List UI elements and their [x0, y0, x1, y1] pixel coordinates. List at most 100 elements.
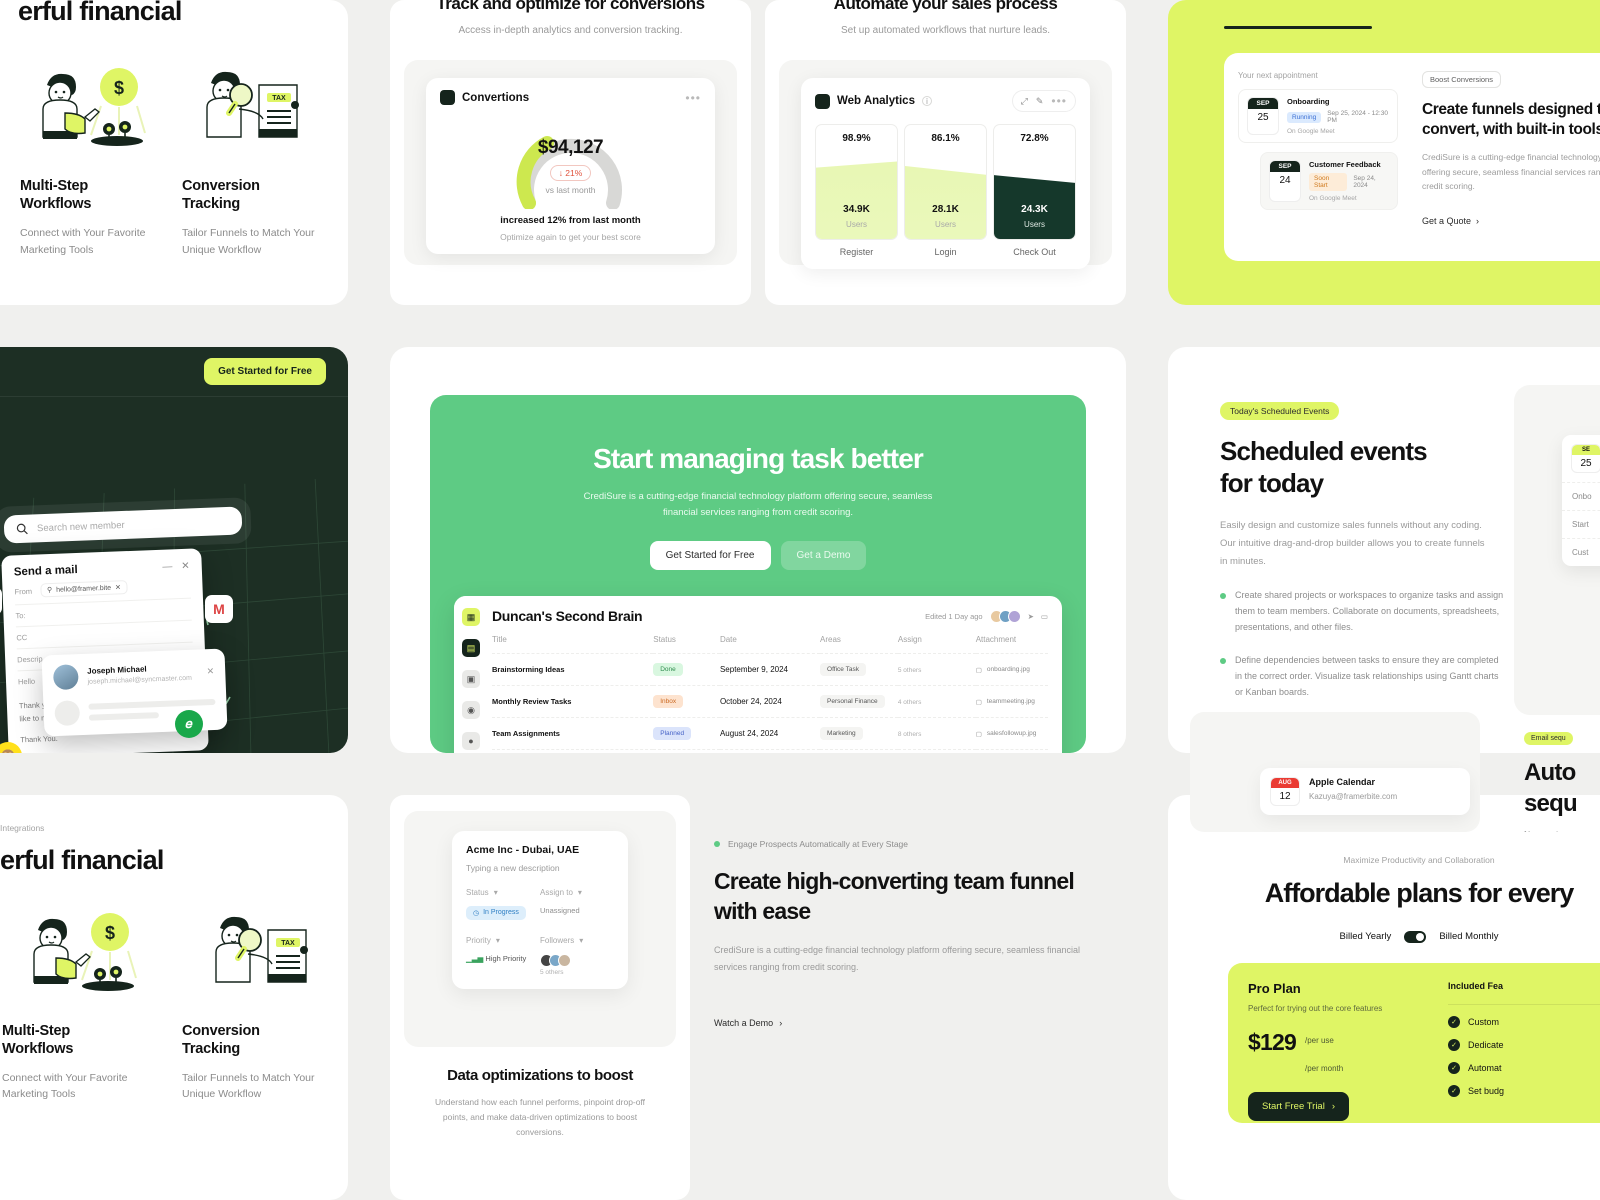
billing-toggle-row: Billed Yearly Billed Monthly	[1168, 930, 1600, 943]
table-row[interactable]: Project Milestones In Progress November …	[492, 749, 1048, 753]
watch-demo-link[interactable]: Watch a Demo ›	[714, 1018, 1110, 1028]
svg-text:TAX: TAX	[272, 95, 286, 102]
pricing-card: Maximize Productivity and Collaboration …	[1168, 794, 1600, 1200]
bar-pct: 98.9%	[842, 133, 871, 144]
conversions-footer-2: Optimize again to get your best score	[500, 232, 641, 242]
billing-yearly-label[interactable]: Billed Yearly	[1340, 931, 1392, 942]
appointment-title: Onboarding	[1287, 97, 1330, 106]
widget-title: Web Analytics	[837, 95, 915, 107]
table-row[interactable]: Brainstorming Ideas Done September 9, 20…	[492, 653, 1048, 686]
from-label: From	[14, 586, 33, 596]
assign-label[interactable]: Assign to ▾	[540, 888, 614, 897]
date-chip: AUG 12	[1270, 777, 1300, 806]
assign-value: Unassigned	[540, 905, 580, 915]
followers-label[interactable]: Followers ▾	[540, 936, 614, 945]
cell-date: November 16, 2023	[719, 749, 821, 753]
feature-row: ✓ Custom	[1448, 1015, 1600, 1028]
cell-status: Planned	[653, 727, 692, 741]
check-icon: ✓	[1448, 1061, 1460, 1074]
next-appointment-label: Your next appointment	[1238, 71, 1318, 80]
sequence-body: Never miss	[1524, 829, 1600, 832]
attachment-icon: ▢	[975, 730, 982, 738]
bar-unit: Users	[935, 220, 956, 229]
cell-date: August 24, 2024	[719, 717, 821, 750]
cell-area: Marketing	[820, 727, 863, 741]
link-label: Get a Quote	[1422, 215, 1472, 226]
scheduled-events-card: Today's Scheduled Events Scheduled event…	[1168, 347, 1600, 753]
expand-icon[interactable]: ⤢	[1021, 96, 1028, 107]
status-label[interactable]: Status ▾	[466, 888, 540, 897]
funnel-eyebrow: Engage Prospects Automatically at Every …	[714, 839, 1110, 849]
event-item[interactable]: Onbo	[1562, 482, 1600, 510]
svg-text:$: $	[114, 78, 124, 98]
event-preview-card[interactable]: SE 25 Onbo Start Cust	[1562, 435, 1600, 566]
integrations-feature-card-2: Integrations erful financial $ Multi-Ste…	[0, 794, 348, 1200]
optimization-body: Understand how each funnel performs, pin…	[434, 1096, 646, 1138]
event-item[interactable]: Cust	[1562, 538, 1600, 566]
bullet-text: Define dependencies between tasks to ens…	[1235, 655, 1499, 697]
table-row[interactable]: Monthly Review Tasks Inbox October 24, 2…	[492, 685, 1048, 718]
feature-item: TAX Conversion Tracking Tailor Funnels t…	[168, 900, 348, 1103]
comment-icon[interactable]: ▭	[1041, 612, 1048, 621]
remove-icon[interactable]: ✕	[115, 583, 121, 591]
get-started-button[interactable]: Get Started for Free	[204, 358, 326, 385]
sidebar-item-profile[interactable]: ●	[462, 732, 480, 751]
start-free-trial-button[interactable]: Start Free Trial ›	[1248, 1091, 1349, 1121]
get-demo-button[interactable]: Get a Demo	[780, 541, 867, 571]
app-logo-icon: ▦	[462, 608, 480, 627]
appointment-row[interactable]: SEP 25 Onboarding Running Sep 25, 2024 -…	[1238, 89, 1398, 143]
bullet-item: Create shared projects or workspaces to …	[1220, 588, 1504, 635]
info-icon[interactable]: i	[921, 96, 932, 106]
col-title: Title	[492, 635, 507, 645]
conversions-footer-1: increased 12% from last month	[500, 215, 641, 226]
feature-item: $ Multi-Step Workflows Connect with Your…	[6, 55, 168, 258]
get-started-button[interactable]: Get Started for Free	[649, 541, 771, 571]
cell-status: Inbox	[653, 695, 684, 709]
event-item[interactable]: Start	[1562, 510, 1600, 538]
task-table: Title Status Date Areas Assign Attachmen…	[492, 635, 1048, 753]
bar-register: 98.9% 34.9K Users	[815, 124, 898, 240]
delta-badge: ↓ 21%	[549, 165, 592, 181]
plan-name: Pro Plan	[1248, 980, 1301, 996]
col-date: Date	[719, 635, 737, 645]
appointment-row[interactable]: SEP 24 Customer Feedback Soon Start Sep …	[1260, 152, 1398, 210]
more-options-icon[interactable]: •••	[685, 91, 701, 105]
calendar-email: Kazuya@framerbite.com	[1309, 792, 1398, 801]
gauge-value: $94,127	[537, 137, 604, 158]
share-icon[interactable]: ➤	[1028, 612, 1034, 621]
sidebar-item-calendar[interactable]: ▤	[462, 639, 480, 658]
sequence-heading: Auto sequ	[1524, 759, 1578, 818]
edit-icon[interactable]: ✎	[1036, 96, 1044, 107]
hero-body: CrediSure is a cutting-edge financial te…	[583, 491, 933, 519]
close-icon[interactable]: ✕	[181, 560, 190, 571]
col-attachment: Attachment	[975, 635, 1017, 645]
check-icon: ✓	[1448, 1038, 1460, 1051]
bar-checkout: 72.8% 24.3K Users	[993, 124, 1076, 240]
more-options-icon[interactable]: •••	[1051, 94, 1067, 108]
billing-monthly-label[interactable]: Billed Monthly	[1439, 931, 1498, 942]
date-month: SEP	[1270, 161, 1300, 172]
data-optimization-card: Acme Inc - Dubai, UAE Typing a new descr…	[390, 794, 690, 1200]
search-bar[interactable]: Search new member	[0, 497, 252, 553]
funnel-body: CrediSure is a cutting-edge financial te…	[1422, 152, 1600, 192]
sidebar-item-notifications[interactable]: ◉	[462, 701, 480, 720]
close-icon[interactable]: ✕	[206, 666, 214, 677]
feature-desc: Connect with Your Favorite Marketing Too…	[2, 1071, 128, 1101]
date-chip: SE 25	[1571, 444, 1600, 473]
chevron-right-icon: ›	[1476, 215, 1480, 226]
get-a-quote-link[interactable]: Get a Quote ›	[1422, 216, 1600, 226]
from-chip[interactable]: ⚲ hello@framer.bite ✕	[39, 580, 129, 598]
sidebar-item-messages[interactable]: ▣	[462, 670, 480, 689]
cell-area: Personal Finance	[820, 695, 885, 709]
priority-label[interactable]: Priority ▾	[466, 936, 540, 945]
collaborator-avatars	[989, 609, 1021, 623]
billing-toggle[interactable]	[1404, 930, 1427, 943]
date-day: 25	[1580, 458, 1592, 469]
minimize-icon[interactable]: —	[162, 561, 172, 572]
col-areas: Areas	[820, 635, 841, 645]
chevron-down-icon: ▾	[579, 935, 584, 945]
table-row[interactable]: Team Assignments Planned August 24, 2024…	[492, 717, 1048, 750]
link-label: Watch a Demo	[714, 1017, 774, 1028]
progress-bar[interactable]	[1224, 26, 1372, 29]
magnifier-tax-illustration: TAX	[182, 900, 334, 1004]
